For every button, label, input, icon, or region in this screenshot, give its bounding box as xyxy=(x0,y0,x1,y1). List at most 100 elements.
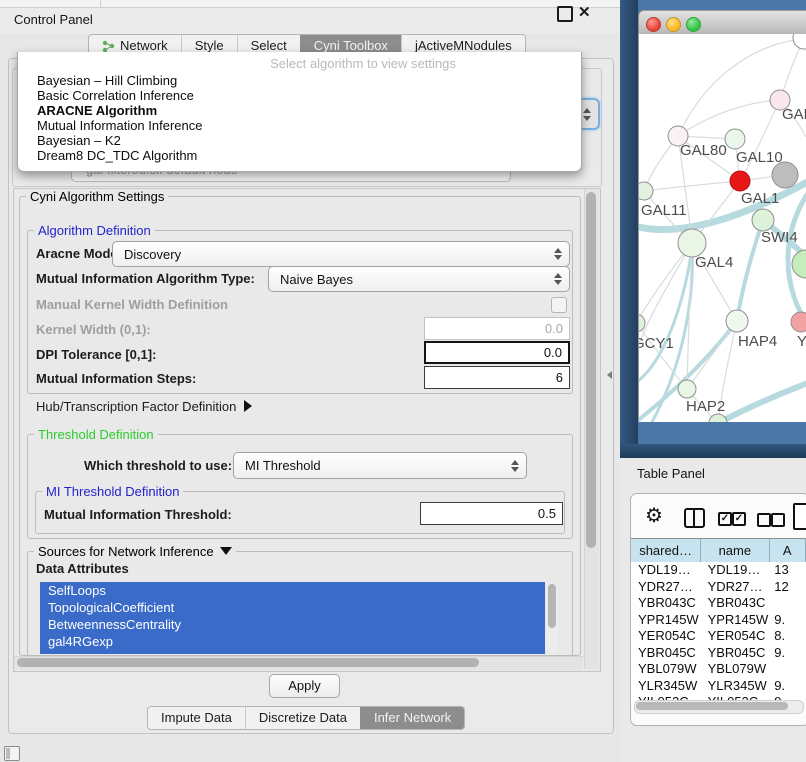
hub-definition-toggle[interactable]: Hub/Transcription Factor Definition xyxy=(36,399,252,414)
network-node-SWI4[interactable] xyxy=(752,209,774,231)
zoom-traffic-light-icon[interactable] xyxy=(686,17,701,32)
mi-threshold-value: 0.5 xyxy=(538,506,556,521)
node-label-HAP4: HAP4 xyxy=(738,333,777,350)
table-cell: YBR045C xyxy=(631,645,701,662)
table-row[interactable]: YPR145WYPR145W9. xyxy=(631,612,806,629)
network-node-node-gray[interactable] xyxy=(772,162,798,188)
settings-vertical-scrollbar-thumb[interactable] xyxy=(586,192,596,548)
network-node-HAP4[interactable] xyxy=(726,310,748,332)
manual-kernel-label: Manual Kernel Width Definition xyxy=(36,297,228,312)
desktop-shadow-strip xyxy=(620,0,638,458)
columns-icon[interactable] xyxy=(684,508,705,528)
deselect-all-checkbox-icon[interactable] xyxy=(757,513,771,527)
mi-steps-field[interactable]: 6 xyxy=(424,366,570,389)
select-all-checkbox-icon[interactable]: ✓ xyxy=(718,512,732,526)
attribute-item[interactable]: SelfLoops xyxy=(40,582,545,599)
algorithm-option[interactable]: ARACNE Algorithm xyxy=(18,103,581,118)
tab-discretize-data[interactable]: Discretize Data xyxy=(245,707,360,729)
network-window-titlebar[interactable] xyxy=(638,10,806,35)
node-label-GAL80: GAL80 xyxy=(680,142,727,159)
table-row[interactable]: YBL079WYBL079W xyxy=(631,661,806,678)
attributes-scrollbar-thumb[interactable] xyxy=(548,584,556,628)
deselect-all-checkbox-icon[interactable] xyxy=(771,513,785,527)
table-cell: YBL079W xyxy=(631,661,701,678)
network-view[interactable]: GAL7GAL80GAL10GAL1GAL11SWI4GAL4GCY1HAP4Y… xyxy=(638,34,806,422)
node-label-SWI4: SWI4 xyxy=(761,229,798,246)
apply-button[interactable]: Apply xyxy=(269,674,340,698)
network-node-GAL11[interactable] xyxy=(639,182,653,200)
network-canvas[interactable]: GAL7GAL80GAL10GAL1GAL11SWI4GAL4GCY1HAP4Y… xyxy=(639,34,806,422)
table-body: YDL19…YDL19…13YDR27…YDR27…12YBR043CYBR04… xyxy=(631,562,806,700)
table-panel-title: Table Panel xyxy=(637,466,705,481)
algorithm-option[interactable]: Dream8 DC_TDC Algorithm xyxy=(18,148,581,163)
algorithm-definition-title: Algorithm Definition xyxy=(34,223,155,238)
table-cell: YDL19… xyxy=(631,562,701,579)
which-threshold-combobox[interactable]: MI Threshold xyxy=(233,452,527,479)
tab-infer-network[interactable]: Infer Network xyxy=(360,707,464,729)
table-header-row: shared…nameA xyxy=(631,538,806,563)
tab-impute-data[interactable]: Impute Data xyxy=(148,707,245,729)
algorithm-option[interactable]: Bayesian – Hill Climbing xyxy=(18,73,581,88)
network-node-GCY1[interactable] xyxy=(639,314,645,332)
algorithm-option[interactable]: Mutual Information Inference xyxy=(18,118,581,133)
network-node-HAP2[interactable] xyxy=(678,380,696,398)
table-row[interactable]: YER054CYER054C8. xyxy=(631,628,806,645)
mi-threshold-field[interactable]: 0.5 xyxy=(420,502,563,525)
collapsed-panel-icon[interactable] xyxy=(4,746,20,761)
table-row[interactable]: YBR043CYBR043C xyxy=(631,595,806,612)
dpi-tolerance-field[interactable]: 0.0 xyxy=(424,341,570,364)
network-node-node-top-partial[interactable] xyxy=(793,34,806,49)
settings-horizontal-scrollbar-thumb[interactable] xyxy=(17,658,479,667)
algorithm-option[interactable]: Bayesian – K2 xyxy=(18,133,581,148)
mi-type-combobox[interactable]: Naive Bayes xyxy=(268,266,570,292)
column-header[interactable]: shared… xyxy=(631,539,701,562)
network-node-GAL1[interactable] xyxy=(730,171,750,191)
network-node-node-bottom-green[interactable] xyxy=(709,414,727,422)
close-icon[interactable]: ✕ xyxy=(578,3,591,21)
table-cell: 8. xyxy=(769,628,806,645)
splitter-handle[interactable] xyxy=(607,371,612,379)
frame-divider xyxy=(100,0,101,7)
cyni-bottom-tabs: Impute Data Discretize Data Infer Networ… xyxy=(147,706,465,730)
attribute-item[interactable]: TopologicalCoefficient xyxy=(40,599,545,616)
sources-title[interactable]: Sources for Network Inference xyxy=(34,544,236,559)
minimize-traffic-light-icon[interactable] xyxy=(666,17,681,32)
attribute-item[interactable]: BetweennessCentrality xyxy=(40,616,545,633)
algorithm-popup-list: Bayesian – Hill ClimbingBasic Correlatio… xyxy=(18,73,581,163)
column-header[interactable]: name xyxy=(701,539,769,562)
table-cell: YLR345W xyxy=(631,678,701,695)
float-window-icon[interactable] xyxy=(557,6,573,22)
spinner-arrows-icon xyxy=(511,460,519,472)
close-traffic-light-icon[interactable] xyxy=(646,17,661,32)
attribute-item[interactable]: gal4RGexp xyxy=(40,633,545,650)
table-row[interactable]: YLR345WYLR345W9. xyxy=(631,678,806,695)
table-cell xyxy=(769,661,806,678)
table-row[interactable]: YDL19…YDL19…13 xyxy=(631,562,806,579)
file-icon[interactable] xyxy=(793,503,806,530)
which-threshold-value: MI Threshold xyxy=(245,458,511,473)
manual-kernel-checkbox[interactable] xyxy=(551,297,567,313)
select-all-checkbox-icon[interactable]: ✓ xyxy=(732,512,746,526)
table-row[interactable]: YBR045CYBR045C9. xyxy=(631,645,806,662)
network-node-node-green-right[interactable] xyxy=(792,250,806,278)
network-icon xyxy=(102,40,115,53)
table-horizontal-scrollbar-thumb[interactable] xyxy=(636,702,788,710)
attribute-item-partial[interactable] xyxy=(40,649,545,654)
network-node-GAL10[interactable] xyxy=(725,129,745,149)
aracne-mode-combobox[interactable]: Discovery xyxy=(112,241,570,267)
table-row[interactable]: YDR27…YDR27…12 xyxy=(631,579,806,596)
algorithm-option[interactable]: Basic Correlation Inference xyxy=(18,88,581,103)
tab-discretize-label: Discretize Data xyxy=(259,707,347,729)
spinner-arrows-icon xyxy=(554,273,562,285)
kernel-width-field[interactable]: 0.0 xyxy=(424,317,570,340)
mi-steps-label: Mutual Information Steps: xyxy=(36,371,196,386)
network-node-node-salmon[interactable] xyxy=(791,312,806,332)
table-cell: 12 xyxy=(769,579,806,596)
gear-icon[interactable]: ⚙ xyxy=(645,503,663,528)
data-attributes-list: SelfLoopsTopologicalCoefficientBetweenne… xyxy=(40,582,545,650)
panel-title: Control Panel xyxy=(14,12,93,27)
column-header[interactable]: A xyxy=(770,539,806,562)
mi-steps-value: 6 xyxy=(556,370,563,385)
network-node-GAL4[interactable] xyxy=(678,229,706,257)
tab-infer-label: Infer Network xyxy=(374,707,451,729)
